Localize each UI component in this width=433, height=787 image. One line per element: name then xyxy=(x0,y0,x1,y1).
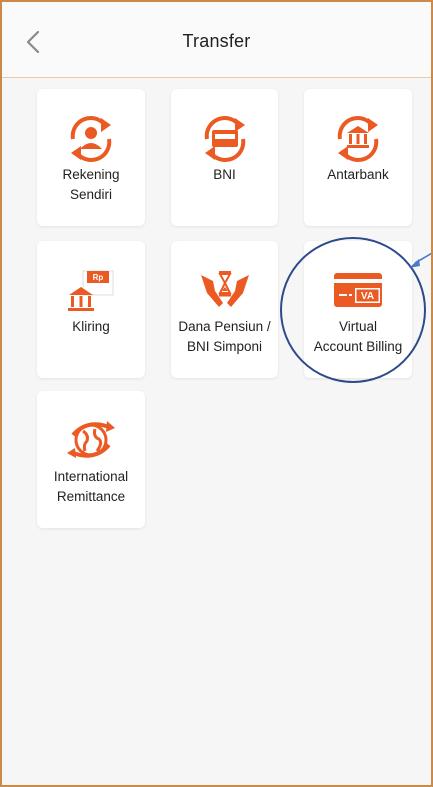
svg-text:VA: VA xyxy=(361,291,374,302)
tile-label: Antarbank xyxy=(327,167,389,182)
tile-virtual-account[interactable]: VA Virtual Account Billing xyxy=(304,241,412,378)
tile-antarbank[interactable]: Antarbank xyxy=(304,89,412,226)
tile-dana-pensiun[interactable]: Dana Pensiun / BNI Simponi xyxy=(171,241,278,378)
bank-rp-icon: Rp xyxy=(61,265,121,315)
user-transfer-icon xyxy=(61,113,121,163)
tile-label: BNI xyxy=(213,167,236,182)
tile-label: Kliring xyxy=(72,319,110,334)
tile-kliring[interactable]: Rp Kliring xyxy=(37,241,145,378)
app-header: Transfer xyxy=(2,2,431,78)
va-card-icon: VA xyxy=(328,265,388,315)
globe-transfer-icon xyxy=(61,415,121,465)
annotation-arrow-icon xyxy=(409,252,431,268)
tile-rekening-sendiri[interactable]: Rekening Sendiri xyxy=(37,89,145,226)
svg-text:Rp: Rp xyxy=(93,273,104,282)
bank-card-transfer-icon xyxy=(195,113,255,163)
tile-label: Dana Pensiun / BNI Simponi xyxy=(178,319,271,354)
app-frame: Transfer Rekening Sendiri BNI Antarbank … xyxy=(0,0,433,787)
tile-international-remittance[interactable]: International Remittance xyxy=(37,391,145,528)
bank-building-transfer-icon xyxy=(328,113,388,163)
tile-bni[interactable]: BNI xyxy=(171,89,278,226)
tile-label: International Remittance xyxy=(53,469,129,504)
tile-label: Virtual Account Billing xyxy=(313,319,403,354)
hands-hourglass-icon xyxy=(195,265,255,315)
page-title: Transfer xyxy=(182,31,251,51)
tile-label: Rekening Sendiri xyxy=(62,167,120,202)
